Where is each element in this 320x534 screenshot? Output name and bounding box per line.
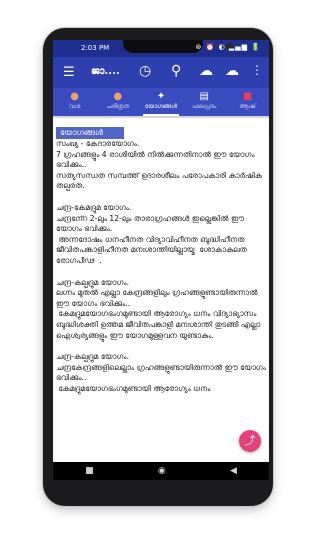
tab-yogangal[interactable]: ✦ യോഗങ്ങൾ — [139, 88, 182, 116]
tab-label: ഫലപ്രദം — [192, 103, 217, 110]
status-icons: ⊛ ⏰ ◐ ▂▄▆ 🔋 — [195, 43, 261, 51]
camera-notch — [123, 40, 233, 53]
tab-3[interactable]: ▤ ഫലപ്രദം — [183, 88, 226, 116]
cloud-download-icon[interactable]: ☁ — [225, 63, 239, 79]
section-heading: യോഗങ്ങൾ — [56, 127, 124, 139]
tab-icon: ▤ — [199, 91, 209, 102]
tab-0[interactable]: ● വശ — [53, 88, 96, 116]
screen: 2:03 PM ⊛ ⏰ ◐ ▂▄▆ 🔋 ☰ ജാ.... ◷ ⚲ ☁ ☁ ⋮ ●… — [53, 40, 269, 480]
content-area[interactable]: യോഗങ്ങൾ സംഖ്യ - കേദാരയോഗം. 7 ഗ്രഹങ്ങളും … — [53, 120, 269, 462]
text-block: ചന്ദ്ര-കല്പദ്രുമ യോഗം. ലഗ്നം മുതൽ എല്ലാ … — [56, 277, 261, 340]
recent-apps-icon[interactable]: ■ — [85, 466, 94, 476]
share-icon[interactable]: ⤴ — [239, 430, 261, 452]
tab-label: വശ — [68, 103, 81, 110]
tab-1[interactable]: ● ചരിത്രത — [96, 88, 139, 116]
status-bar: 2:03 PM ⊛ ⏰ ◐ ▂▄▆ 🔋 — [53, 40, 269, 57]
text-block: ചന്ദ്ര-കേമദ്രുമ യോഗം. ചന്ദ്രനേ്റ 2-ലും 1… — [56, 202, 247, 265]
location-pin-icon[interactable]: ⚲ — [171, 63, 181, 79]
back-icon[interactable]: ◀ — [230, 466, 237, 476]
tab-label: ആഷ് — [239, 103, 256, 110]
app-title: ജാ.... — [91, 66, 120, 77]
app-bar: ☰ ജാ.... ◷ ⚲ ☁ ☁ ⋮ — [53, 57, 269, 88]
system-nav-bar: ■ ◉ ◀ — [53, 462, 269, 480]
tab-label: യോഗങ്ങൾ — [144, 103, 178, 110]
tab-icon: ■ — [242, 91, 253, 102]
text-block: ചന്ദ്ര-കല്പദ്രുമ യോഗം. ചന്ദ്രകേന്ദ്രങ്ങള… — [56, 352, 266, 393]
more-options-icon[interactable]: ⋮ — [251, 63, 263, 77]
page-indicator — [53, 116, 269, 118]
tab-4[interactable]: ■ ആഷ് — [226, 88, 269, 116]
tab-icon: ● — [70, 91, 79, 102]
hamburger-icon[interactable]: ☰ — [63, 65, 75, 80]
cloud-upload-icon[interactable]: ☁ — [199, 63, 213, 79]
tab-icon: ● — [113, 91, 123, 102]
text-block: സംഖ്യ - കേദാരയോഗം. 7 ഗ്രഹങ്ങളും 4 രാശിയി… — [56, 139, 263, 191]
tab-label: ചരിത്രത — [106, 103, 130, 110]
tab-bar: ● വശ ● ചരിത്രത ✦ യോഗങ്ങൾ ▤ ഫലപ്രദം ■ ആഷ് — [53, 88, 269, 116]
status-time: 2:03 PM — [81, 44, 110, 52]
tab-icon: ✦ — [156, 91, 166, 102]
home-icon[interactable]: ◉ — [158, 466, 166, 476]
clock-icon[interactable]: ◷ — [139, 63, 151, 79]
